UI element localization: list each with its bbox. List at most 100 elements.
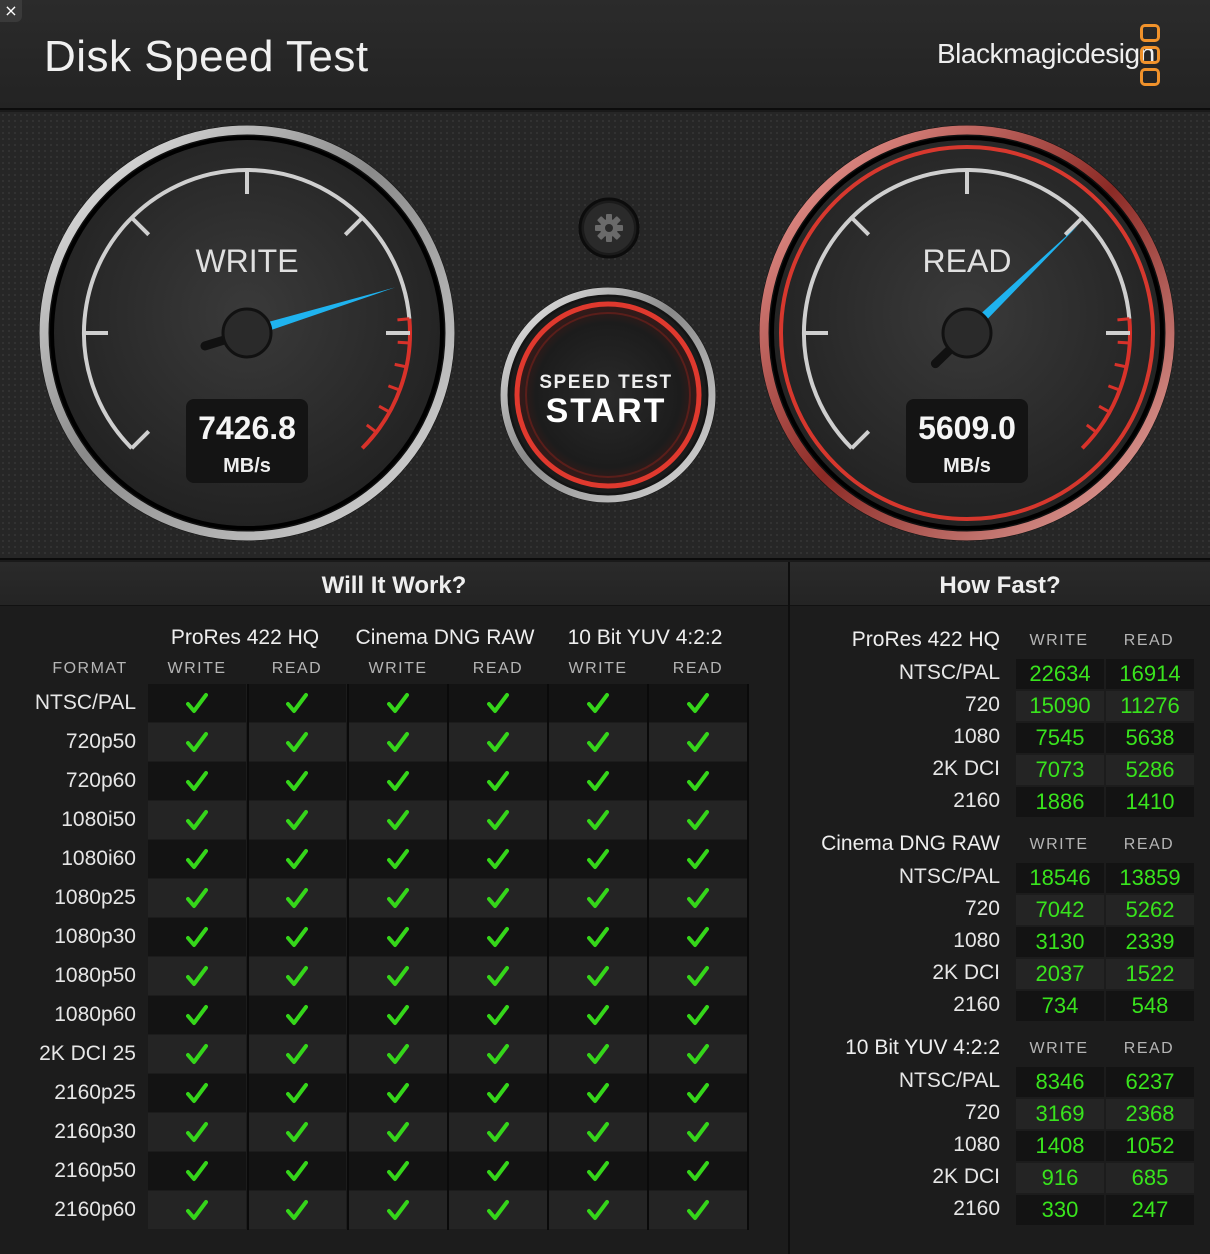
how-fast-read-header: READ (1123, 632, 1175, 649)
compatibility-cell (148, 723, 246, 761)
checkmark-icon (687, 693, 709, 713)
checkmark-icon (487, 888, 509, 908)
compatibility-cell (349, 918, 447, 956)
compatibility-cell (649, 879, 747, 917)
checkmark-icon (186, 1122, 208, 1142)
how-fast-read-value: 1410 (1106, 787, 1194, 817)
settings-button[interactable] (578, 197, 640, 259)
checkmark-icon (587, 888, 609, 908)
read-column-header: READ (672, 660, 724, 677)
how-fast-write-header: WRITE (1029, 836, 1089, 853)
how-fast-read-value: 6237 (1106, 1067, 1194, 1097)
how-fast-read-value: 1052 (1106, 1131, 1194, 1161)
checkmark-icon (286, 966, 308, 986)
compatibility-cell (148, 762, 246, 800)
checkmark-icon (587, 1161, 609, 1181)
compatibility-cell (549, 723, 647, 761)
compatibility-cell (148, 918, 246, 956)
checkmark-icon (286, 1161, 308, 1181)
compatibility-cell (349, 879, 447, 917)
compatibility-cell (449, 918, 547, 956)
checkmark-icon (286, 1044, 308, 1064)
checkmark-icon (687, 927, 709, 947)
compatibility-cell (148, 1035, 246, 1073)
compatibility-cell (449, 996, 547, 1034)
compatibility-cell (349, 1035, 447, 1073)
checkmark-icon (387, 1200, 409, 1220)
compatibility-cell (549, 840, 647, 878)
compatibility-cell (248, 879, 346, 917)
compatibility-cell (148, 1074, 246, 1112)
compatibility-cell (349, 684, 447, 722)
compatibility-cell (549, 918, 647, 956)
compatibility-cell (649, 801, 747, 839)
how-fast-write-value: 1886 (1016, 787, 1104, 817)
how-fast-write-value: 7073 (1016, 755, 1104, 785)
compatibility-cell (549, 1191, 647, 1229)
compatibility-cell (649, 1074, 747, 1112)
column-separator (647, 684, 649, 1230)
compatibility-cell (349, 1074, 447, 1112)
how-fast-read-value: 5286 (1106, 755, 1194, 785)
format-header: FORMAT (52, 660, 128, 677)
checkmark-icon (186, 849, 208, 869)
checkmark-icon (186, 1005, 208, 1025)
how-fast-resolution-label: 720 (964, 1101, 1000, 1124)
start-button-subtitle: SPEED TEST (539, 372, 672, 393)
column-separator (447, 684, 449, 1230)
checkmark-icon (687, 1200, 709, 1220)
checkmark-icon (487, 1005, 509, 1025)
compatibility-cell (549, 762, 647, 800)
checkmark-icon (587, 1083, 609, 1103)
checkmark-icon (687, 1005, 709, 1025)
checkmark-icon (687, 849, 709, 869)
format-label: 1080p60 (54, 1003, 136, 1026)
checkmark-icon (387, 693, 409, 713)
how-fast-resolution-label: 1080 (953, 725, 1000, 748)
checkmark-icon (286, 732, 308, 752)
checkmark-icon (587, 1044, 609, 1064)
compatibility-cell (549, 996, 647, 1034)
column-separator (747, 684, 749, 1230)
app-title: Disk Speed Test (44, 32, 369, 81)
compatibility-cell (248, 840, 346, 878)
gauge-red-tick (1117, 317, 1130, 322)
how-fast-write-value: 22634 (1016, 659, 1104, 689)
checkmark-icon (186, 1161, 208, 1181)
format-label: 2160p25 (54, 1081, 136, 1104)
compatibility-cell (449, 957, 547, 995)
compatibility-cell (248, 957, 346, 995)
checkmark-icon (587, 1200, 609, 1220)
compatibility-cell (649, 723, 747, 761)
compatibility-cell (148, 684, 246, 722)
format-label: 720p50 (65, 730, 136, 753)
checkmark-icon (687, 771, 709, 791)
checkmark-icon (286, 771, 308, 791)
read-gauge: READ 5609.0 MB/s (759, 125, 1175, 541)
checkmark-icon (186, 1200, 208, 1220)
compatibility-cell (349, 957, 447, 995)
compatibility-cell (148, 1191, 246, 1229)
start-button[interactable]: SPEED TEST START (500, 287, 716, 503)
checkmark-icon (687, 810, 709, 830)
checkmark-icon (186, 693, 208, 713)
write-gauge: WRITE 7426.8 MB/s (39, 125, 455, 541)
checkmark-icon (487, 1122, 509, 1142)
checkmark-icon (587, 771, 609, 791)
close-button[interactable]: × (0, 0, 22, 22)
checkmark-icon (487, 1200, 509, 1220)
start-button-label: START (546, 392, 667, 430)
how-fast-read-value: 11276 (1106, 691, 1194, 721)
write-column-header: WRITE (568, 660, 628, 677)
how-fast-write-value: 3130 (1016, 927, 1104, 957)
format-label: 1080p25 (54, 886, 136, 909)
how-fast-resolution-label: 720 (964, 693, 1000, 716)
compatibility-cell (148, 996, 246, 1034)
compatibility-cell (549, 1035, 647, 1073)
will-it-work-panel: Will It Work? ProRes 422 HQ Cinema DNG RA… (0, 562, 788, 1254)
how-fast-resolution-label: 2160 (953, 1197, 1000, 1220)
how-fast-resolution-label: NTSC/PAL (898, 865, 1000, 888)
how-fast-write-value: 916 (1016, 1163, 1104, 1193)
compatibility-cell (449, 684, 547, 722)
checkmark-icon (387, 1122, 409, 1142)
